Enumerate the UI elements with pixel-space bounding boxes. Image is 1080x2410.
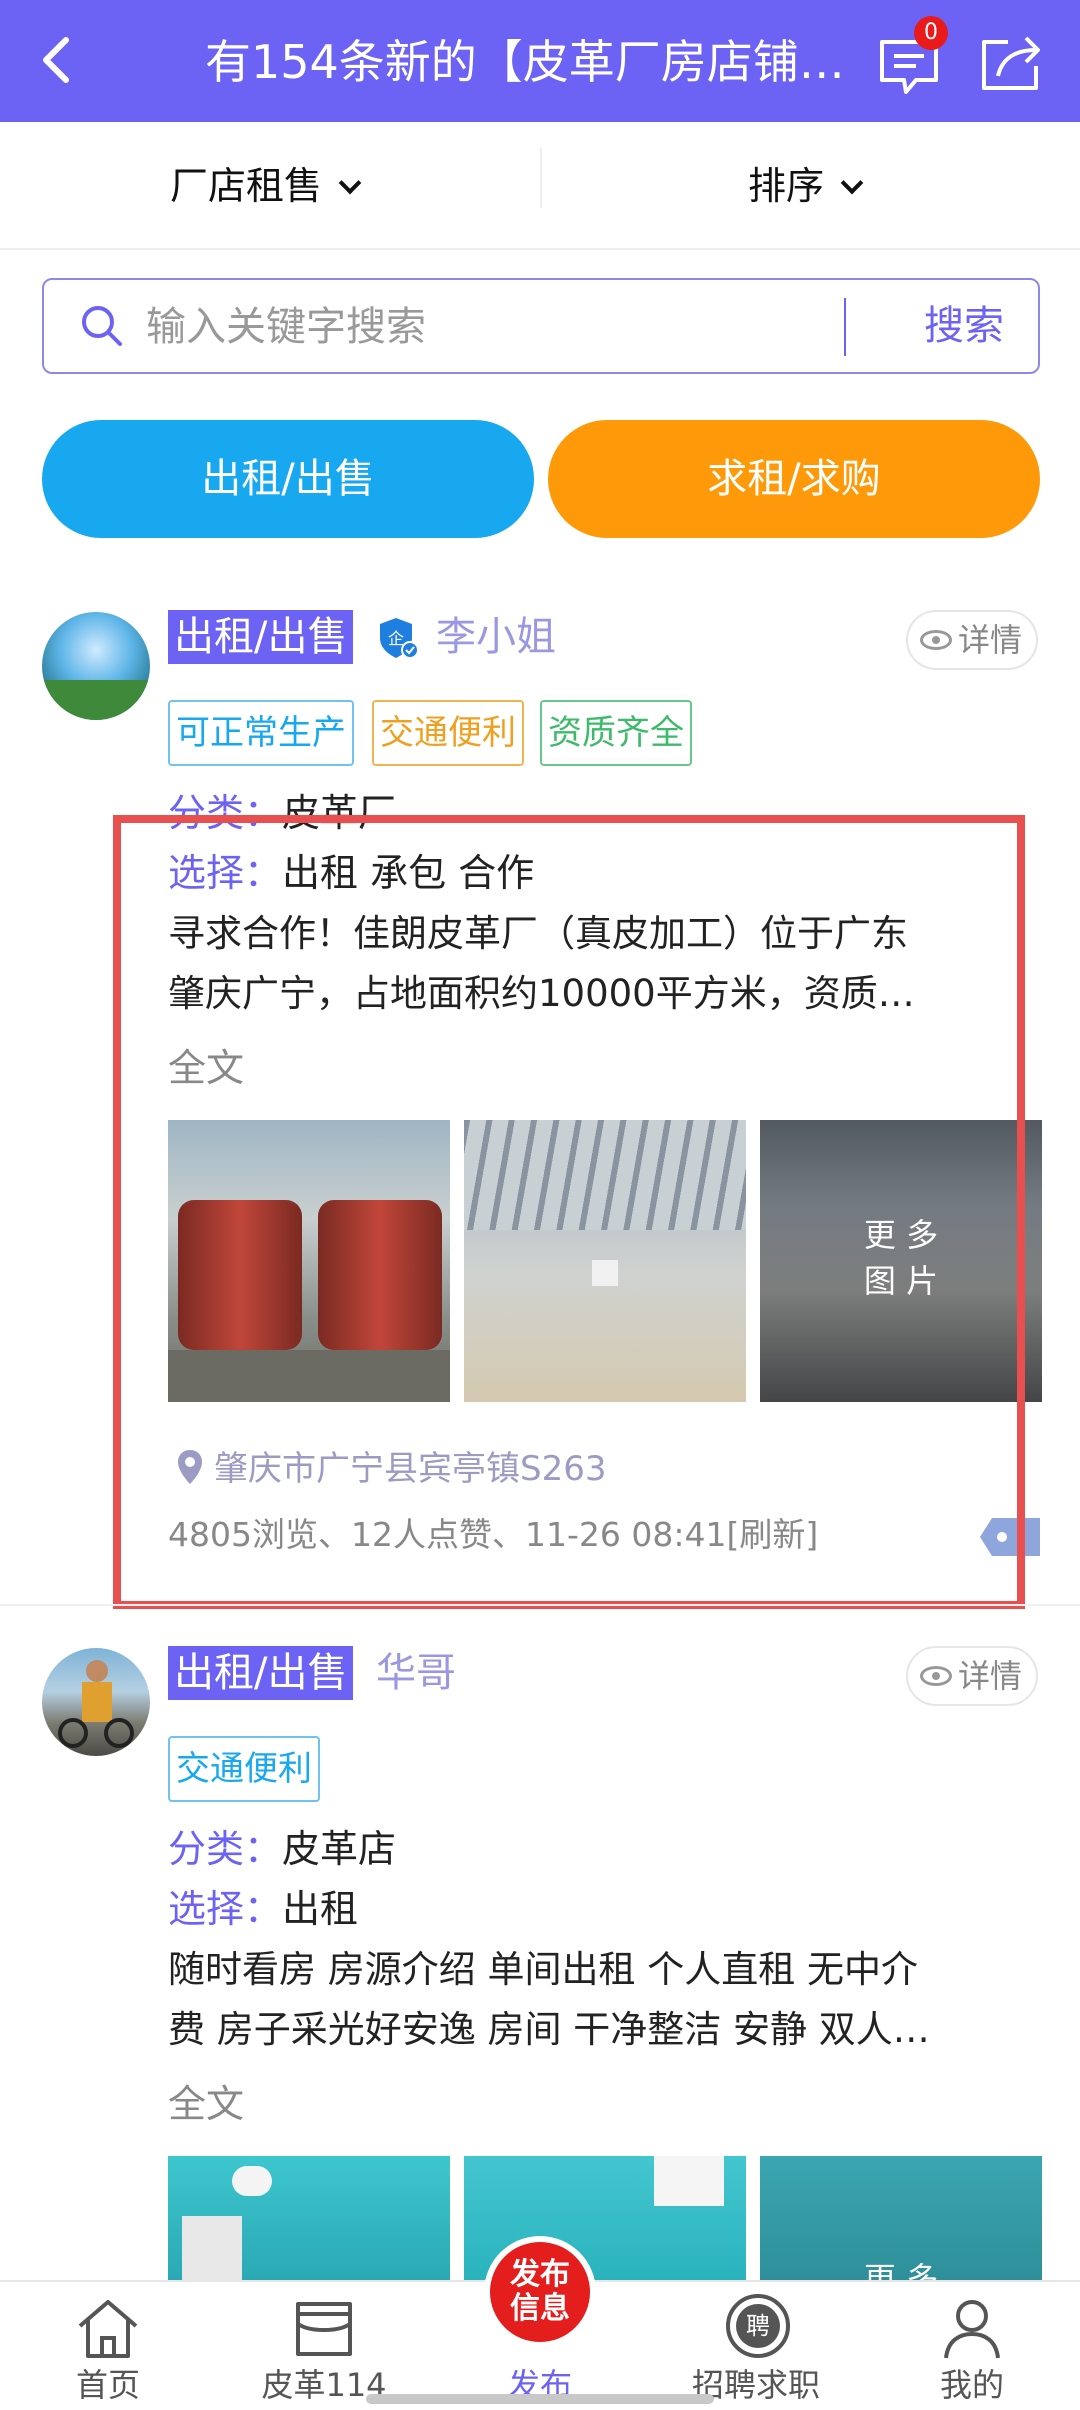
page-title: 有154条新的【皮革厂房店铺… xyxy=(205,35,845,89)
category-label: 分类： xyxy=(168,1827,283,1871)
publish-button[interactable]: 发布 信息 xyxy=(484,2236,596,2348)
search-bar: 搜索 xyxy=(42,278,1040,374)
search-button[interactable]: 搜索 xyxy=(904,296,1024,356)
bike-wheel xyxy=(58,1718,88,1748)
avatar[interactable] xyxy=(42,612,150,720)
search-input[interactable] xyxy=(146,298,846,356)
category-row: 分类：皮革店 xyxy=(168,1822,396,1876)
back-arrow-icon[interactable] xyxy=(30,30,90,90)
child-body xyxy=(82,1682,112,1722)
description-line: 随时看房 房源介绍 单间出租 个人直租 无中介 xyxy=(168,1948,919,1991)
details-label: 详情 xyxy=(957,621,1022,659)
shop-icon xyxy=(296,2302,352,2356)
search-divider xyxy=(844,298,846,356)
category-filter-dropdown[interactable]: 厂店租售 xyxy=(170,158,362,214)
top-app-bar: 有154条新的【皮革厂房店铺… 0 xyxy=(0,0,1080,122)
publish-badge-line: 信息 xyxy=(510,2291,570,2326)
poster-name: 华哥 xyxy=(376,1650,456,1696)
sort-label: 排序 xyxy=(748,164,825,208)
eye-icon xyxy=(920,1666,952,1686)
more-images-label: 更 多 xyxy=(760,2256,1042,2280)
category-value: 皮革店 xyxy=(282,1827,397,1871)
tab-jobs[interactable]: 聘 招聘求职 xyxy=(656,2282,856,2410)
home-indicator xyxy=(366,2394,714,2404)
details-button[interactable]: 详情 xyxy=(906,1646,1038,1706)
rent-sell-button[interactable]: 出租/出售 xyxy=(42,420,534,538)
svg-text:企: 企 xyxy=(388,629,404,648)
details-label: 详情 xyxy=(957,1657,1022,1695)
post-type-tag: 出租/出售 xyxy=(168,1646,354,1700)
details-button[interactable]: 详情 xyxy=(906,610,1038,670)
jobs-icon-glyph: 聘 xyxy=(736,2304,780,2348)
home-icon xyxy=(78,2300,138,2358)
publish-badge-line: 发布 xyxy=(510,2257,570,2292)
chevron-down-icon xyxy=(840,171,864,195)
post-description: 随时看房 房源介绍 单间出租 个人直租 无中介 费 房子采光好安逸 房间 干净整… xyxy=(168,1940,1014,2060)
more-images-line: 更 多 xyxy=(863,2260,939,2280)
description-line: 费 房子采光好安逸 房间 干净整洁 安静 双人… xyxy=(168,2008,930,2051)
feature-tag: 交通便利 xyxy=(168,1736,320,1802)
share-icon[interactable] xyxy=(974,24,1050,100)
child-head xyxy=(86,1660,108,1682)
category-filter-label: 厂店租售 xyxy=(170,164,323,208)
choice-value: 出租 xyxy=(282,1887,359,1931)
feature-tag: 交通便利 xyxy=(372,700,524,766)
ceiling-light xyxy=(654,2156,724,2206)
tab-label: 首页 xyxy=(75,2366,140,2404)
ceiling-light xyxy=(232,2166,272,2196)
feature-tag: 可正常生产 xyxy=(168,700,354,766)
post-image[interactable] xyxy=(168,2156,450,2280)
chevron-down-icon xyxy=(338,171,362,195)
jobs-icon: 聘 xyxy=(726,2294,790,2358)
tab-leather114[interactable]: 皮革114 xyxy=(224,2282,424,2410)
wardrobe xyxy=(182,2216,242,2280)
filter-divider xyxy=(540,148,542,208)
bike-wheel xyxy=(104,1718,134,1748)
full-text-link[interactable]: 全文 xyxy=(168,2076,244,2132)
choice-row: 选择：出租 xyxy=(168,1882,358,1936)
tab-mine[interactable]: 我的 xyxy=(872,2282,1072,2410)
sort-dropdown[interactable]: 排序 xyxy=(748,158,864,214)
feature-tag: 资质齐全 xyxy=(540,700,692,766)
search-icon xyxy=(82,306,122,346)
post-separator xyxy=(0,1604,1080,1606)
choice-label: 选择： xyxy=(168,1887,283,1931)
eye-icon xyxy=(920,630,952,650)
user-icon xyxy=(944,2300,1000,2359)
message-count-badge: 0 xyxy=(914,16,948,50)
seek-rent-buy-button[interactable]: 求租/求购 xyxy=(548,420,1040,538)
publish-badge: 发布 信息 xyxy=(490,2242,590,2342)
poster-name: 李小姐 xyxy=(436,614,556,660)
tab-home[interactable]: 首页 xyxy=(8,2282,208,2410)
more-images-thumbnail[interactable]: 更 多 xyxy=(760,2156,1042,2280)
tab-label: 我的 xyxy=(939,2366,1004,2404)
filter-bar: 厂店租售 排序 xyxy=(0,122,1080,250)
post-type-tag: 出租/出售 xyxy=(168,610,354,664)
avatar[interactable] xyxy=(42,1648,150,1756)
avatar-landscape xyxy=(42,680,150,720)
highlight-box xyxy=(113,815,1025,1609)
verified-badge-icon: 企 xyxy=(380,618,419,659)
